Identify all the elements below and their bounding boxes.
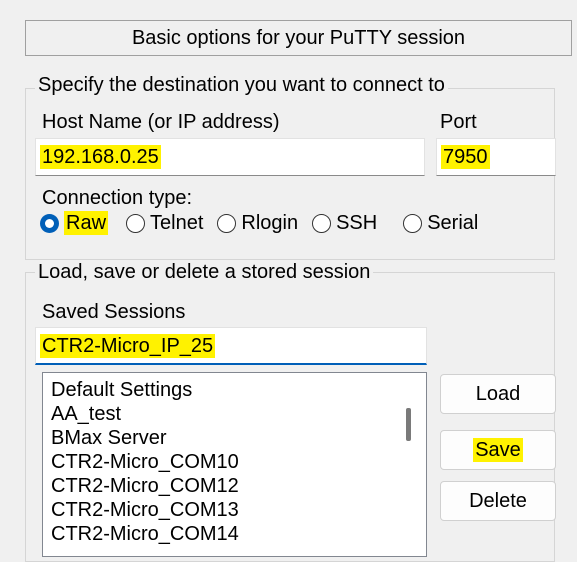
radio-ssh-label: SSH xyxy=(336,211,378,234)
list-item[interactable]: CTR2-Micro_COM12 xyxy=(43,474,426,498)
list-scrollbar-thumb[interactable] xyxy=(406,408,411,441)
save-button-label: Save xyxy=(473,438,523,462)
radio-serial[interactable]: Serial xyxy=(403,212,478,235)
connection-type-radio-group: Raw Telnet Rlogin SSH Serial xyxy=(40,211,492,235)
host-name-label: Host Name (or IP address) xyxy=(42,111,280,133)
list-item[interactable]: CTR2-Micro_COM10 xyxy=(43,450,426,474)
list-item[interactable]: CTR2-Micro_COM14 xyxy=(43,522,426,546)
radio-unchecked-icon xyxy=(217,213,237,233)
destination-group-title: Specify the destination you want to conn… xyxy=(35,73,448,97)
radio-ssh[interactable]: SSH xyxy=(312,212,377,235)
delete-button-label: Delete xyxy=(469,489,527,512)
radio-raw[interactable]: Raw xyxy=(40,211,109,235)
connection-type-label: Connection type: xyxy=(42,187,193,209)
saved-sessions-input[interactable]: CTR2-Micro_IP_25 xyxy=(35,327,427,365)
host-name-value: 192.168.0.25 xyxy=(40,145,161,169)
load-button-label: Load xyxy=(475,382,521,405)
save-button[interactable]: Save xyxy=(440,430,556,470)
radio-telnet[interactable]: Telnet xyxy=(126,212,203,235)
radio-unchecked-icon xyxy=(312,213,332,233)
saved-sessions-value: CTR2-Micro_IP_25 xyxy=(40,333,216,358)
radio-rlogin[interactable]: Rlogin xyxy=(217,212,298,235)
radio-unchecked-icon xyxy=(126,213,146,233)
radio-serial-label: Serial xyxy=(427,211,479,234)
saved-sessions-label: Saved Sessions xyxy=(42,301,186,323)
radio-telnet-label: Telnet xyxy=(150,211,204,234)
delete-button[interactable]: Delete xyxy=(440,481,556,521)
list-item[interactable]: Default Settings xyxy=(43,378,426,402)
radio-rlogin-label: Rlogin xyxy=(241,211,299,234)
radio-checked-icon xyxy=(40,213,59,233)
port-value: 7950 xyxy=(441,145,490,169)
radio-unchecked-icon xyxy=(403,213,423,233)
load-button[interactable]: Load xyxy=(440,374,556,414)
sessions-group-title: Load, save or delete a stored session xyxy=(35,260,374,284)
host-name-input[interactable]: 192.168.0.25 xyxy=(35,138,425,176)
panel-header-title: Basic options for your PuTTY session xyxy=(131,26,466,49)
port-label: Port xyxy=(440,111,477,133)
list-item[interactable]: BMax Server xyxy=(43,426,426,450)
radio-raw-label: Raw xyxy=(64,211,109,235)
saved-sessions-list[interactable]: Default Settings AA_test BMax Server CTR… xyxy=(42,372,427,557)
panel-header: Basic options for your PuTTY session xyxy=(25,20,572,56)
list-item[interactable]: CTR2-Micro_COM13 xyxy=(43,498,426,522)
list-item[interactable]: AA_test xyxy=(43,402,426,426)
port-input[interactable]: 7950 xyxy=(436,138,556,176)
